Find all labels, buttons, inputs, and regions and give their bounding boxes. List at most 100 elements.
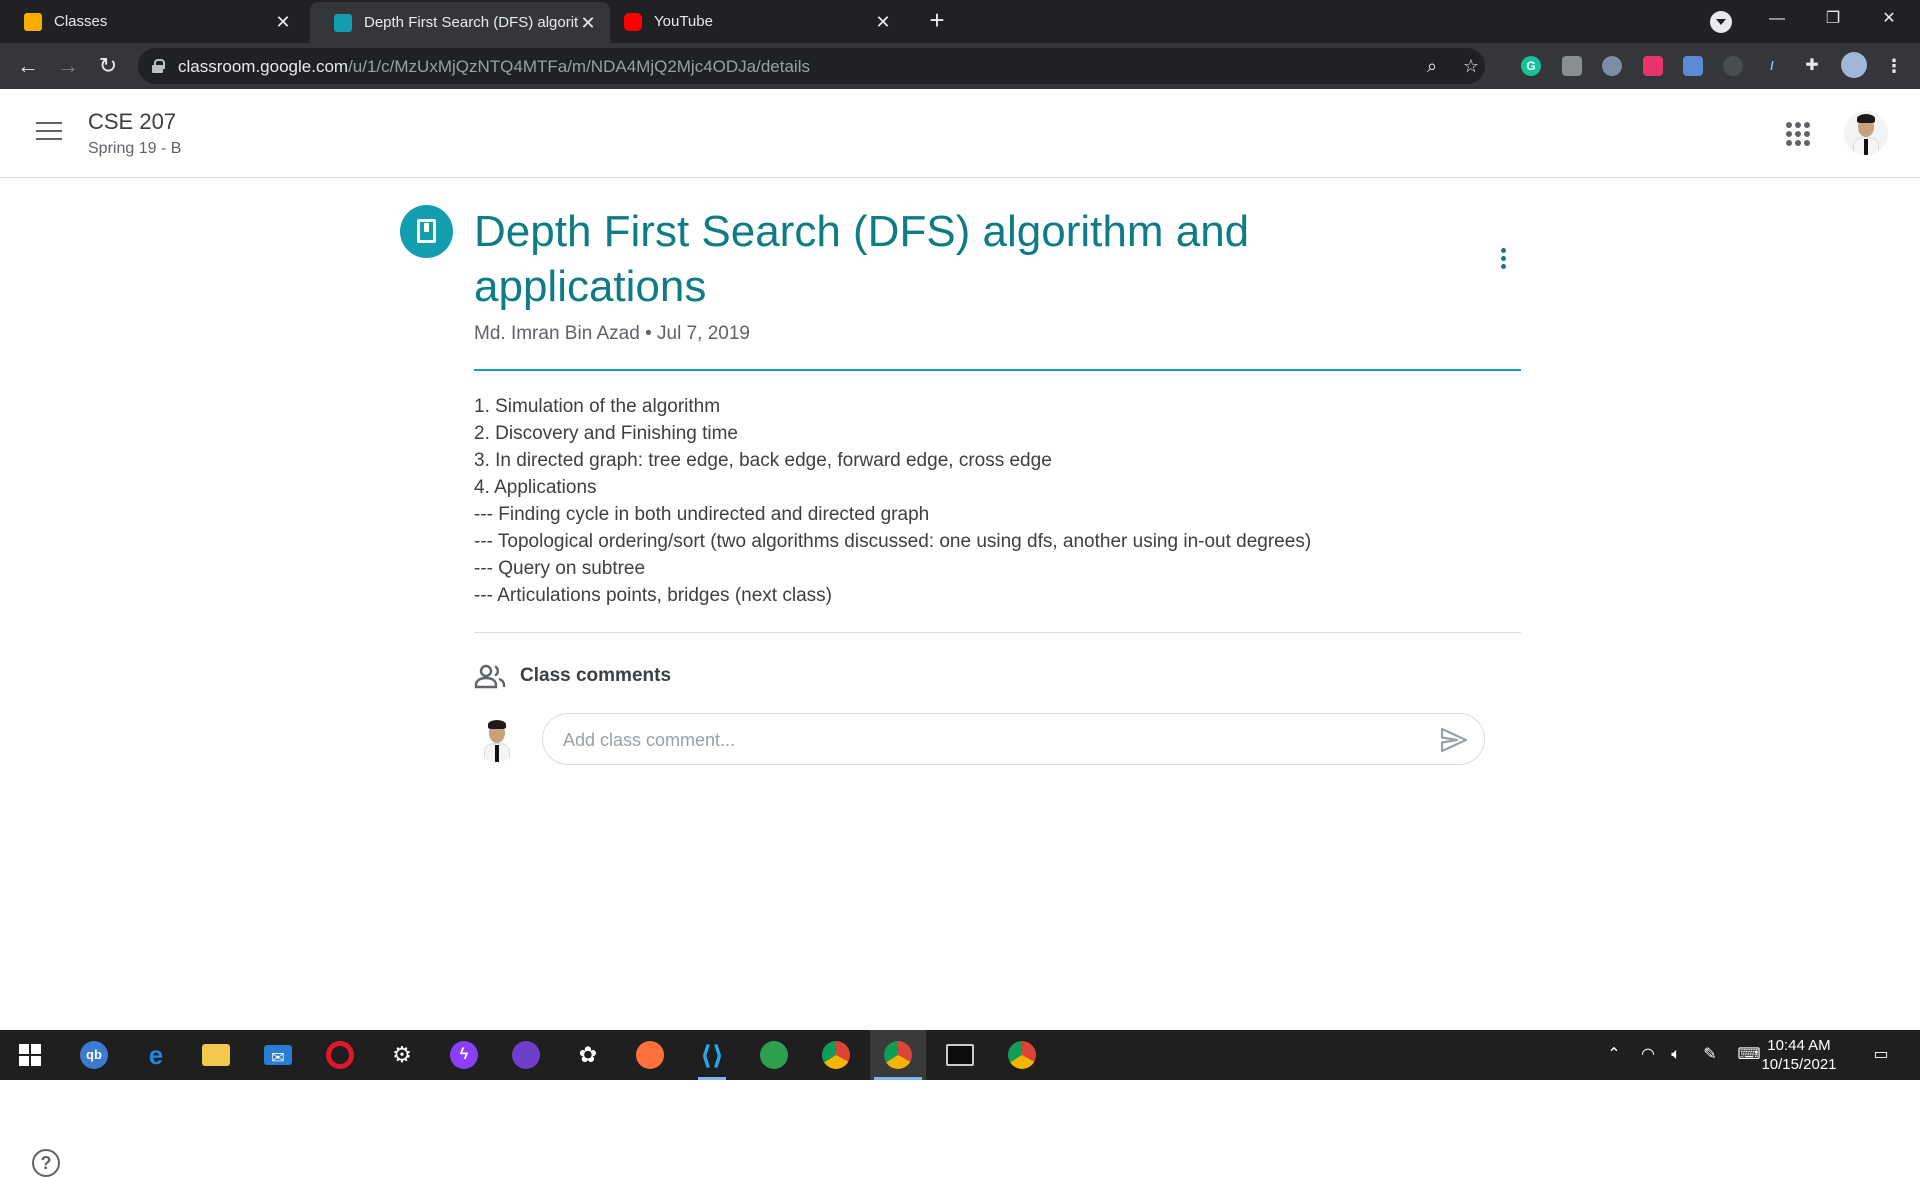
reload-icon[interactable]: ↻: [94, 52, 122, 80]
commenter-avatar: [474, 716, 520, 762]
opera-icon: [326, 1041, 354, 1069]
lock-icon: [152, 59, 165, 73]
satellite-icon: ⚙: [392, 1042, 412, 1067]
taskbar-github[interactable]: [498, 1030, 554, 1080]
grammarly-icon[interactable]: G: [1521, 56, 1541, 76]
bookmark-star-icon[interactable]: ☆: [1460, 55, 1482, 77]
taskbar-vscode[interactable]: ⟨⟩: [684, 1030, 740, 1080]
tab-classes[interactable]: Classes ✕: [0, 0, 305, 43]
account-avatar[interactable]: [1844, 111, 1888, 155]
author-name: Md. Imran Bin Azad: [474, 323, 640, 344]
messenger-icon: ϟ: [450, 1041, 478, 1069]
comment-input[interactable]: [563, 728, 1413, 752]
clock-date: 10/15/2021: [1761, 1056, 1837, 1073]
tab-youtube[interactable]: YouTube ✕: [600, 0, 905, 43]
window-close-icon[interactable]: ✕: [1866, 0, 1912, 40]
notifications-icon[interactable]: ▭: [1866, 1030, 1896, 1080]
windows-taskbar: qb e ✉ ⚙ ϟ ✿ ⟨⟩ ⌃ ◠ 🔈︎ ✎ ⌨ 10:44 AM 10/1…: [0, 1030, 1920, 1080]
taskbar-mail[interactable]: ✉: [250, 1030, 306, 1080]
description-line: --- Finding cycle in both undirected and…: [474, 504, 930, 525]
pen-workspace-icon[interactable]: ✎: [1696, 1030, 1724, 1080]
send-icon[interactable]: [1439, 726, 1469, 754]
url-text: classroom.google.com/u/1/c/MzUxMjQzNTQ4M…: [178, 57, 810, 77]
chrome-icon: [822, 1041, 850, 1069]
back-icon[interactable]: ←: [14, 52, 42, 80]
vpn-extension-icon[interactable]: [1602, 56, 1622, 76]
taskbar-chrome-active[interactable]: [870, 1030, 926, 1080]
url-host: classroom.google.com: [178, 57, 349, 76]
taskbar-terminal[interactable]: [932, 1030, 988, 1080]
start-button[interactable]: [2, 1030, 58, 1080]
close-tab-icon[interactable]: ✕: [873, 12, 893, 32]
tab-title: Classes: [54, 13, 108, 30]
github-icon: [512, 1041, 540, 1069]
material-meta: Md. Imran Bin Azad • Jul 7, 2019: [474, 323, 750, 345]
taskbar-firefox[interactable]: [622, 1030, 678, 1080]
description-line: 1. Simulation of the algorithm: [474, 396, 721, 417]
taskbar-clock[interactable]: 10:44 AM 10/15/2021: [1754, 1036, 1844, 1074]
tab-search-icon[interactable]: [1710, 11, 1732, 33]
url-path: /u/1/c/MzUxMjQzNTQ4MTFa/m/NDA4MjQ2Mjc4OD…: [348, 57, 810, 76]
camera-extension-icon[interactable]: [1562, 56, 1582, 76]
material-description: 1. Simulation of the algorithm 2. Discov…: [474, 393, 1521, 609]
show-hidden-icons[interactable]: ⌃: [1600, 1030, 1628, 1080]
tab-title: Depth First Search (DFS) algorithm and a…: [364, 14, 578, 31]
material-details: Depth First Search (DFS) algorithm and a…: [0, 178, 1920, 1177]
folder-icon: [202, 1044, 230, 1066]
browser-toolbar: ← → ↻ classroom.google.com/u/1/c/MzUxMjQ…: [0, 43, 1920, 89]
taskbar-opera[interactable]: [312, 1030, 368, 1080]
people-icon: [474, 664, 506, 689]
description-line: 3. In directed graph: tree edge, back ed…: [474, 450, 1052, 471]
taskbar-file-explorer[interactable]: [188, 1030, 244, 1080]
more-options-icon[interactable]: [1490, 248, 1516, 278]
play-extension-icon[interactable]: [1643, 56, 1663, 76]
taskbar-messenger[interactable]: ϟ: [436, 1030, 492, 1080]
tab-dfs-material[interactable]: Depth First Search (DFS) algorithm and a…: [310, 2, 610, 43]
chrome-icon: [884, 1041, 912, 1069]
address-bar[interactable]: classroom.google.com/u/1/c/MzUxMjQzNTQ4M…: [138, 48, 1485, 84]
course-title[interactable]: CSE 207: [88, 109, 176, 135]
profile-avatar-icon[interactable]: [1841, 52, 1867, 78]
volume-icon[interactable]: 🔈︎: [1662, 1030, 1690, 1080]
main-menu-icon[interactable]: [36, 122, 62, 142]
taskbar-satellite-app[interactable]: ⚙: [374, 1030, 430, 1080]
class-comments-label: Class comments: [520, 665, 672, 686]
taskbar-chrome-profile-2[interactable]: [994, 1030, 1050, 1080]
meta-separator: •: [645, 323, 652, 344]
help-icon[interactable]: ?: [32, 1149, 60, 1177]
window-extension-icon[interactable]: [1723, 56, 1743, 76]
taskbar-edge[interactable]: e: [128, 1030, 184, 1080]
new-tab-button[interactable]: +: [924, 7, 950, 34]
restore-icon[interactable]: ❐: [1810, 0, 1856, 40]
forward-icon[interactable]: →: [54, 52, 82, 80]
pen-extension-icon[interactable]: /: [1762, 56, 1782, 76]
browser-tab-strip: Classes ✕ Depth First Search (DFS) algor…: [0, 0, 1920, 43]
minimize-icon[interactable]: —: [1754, 0, 1800, 40]
vscode-icon: ⟨⟩: [700, 1040, 724, 1070]
google-apps-icon[interactable]: [1786, 122, 1810, 146]
taskbar-earth-app[interactable]: [746, 1030, 802, 1080]
description-line: 4. Applications: [474, 477, 597, 498]
taskbar-qbittorrent[interactable]: qb: [66, 1030, 122, 1080]
description-line: 2. Discovery and Finishing time: [474, 423, 738, 444]
download-extension-icon[interactable]: [1683, 56, 1703, 76]
class-comment-field[interactable]: [542, 713, 1485, 765]
course-section: Spring 19 - B: [88, 140, 182, 157]
edge-icon: e: [148, 1040, 164, 1070]
material-title: Depth First Search (DFS) algorithm and a…: [474, 207, 1250, 311]
chrome-menu-icon[interactable]: ⋮: [1884, 56, 1904, 76]
qbittorrent-icon: qb: [80, 1041, 108, 1069]
firefox-icon: [636, 1041, 664, 1069]
close-tab-icon[interactable]: ✕: [578, 13, 598, 33]
extensions-puzzle-icon[interactable]: ✚: [1802, 56, 1822, 76]
clock-time: 10:44 AM: [1767, 1037, 1831, 1054]
post-date: Jul 7, 2019: [657, 323, 750, 344]
zoom-icon[interactable]: ⌕: [1421, 55, 1443, 77]
network-icon[interactable]: ◠: [1634, 1030, 1662, 1080]
classroom-header: CSE 207 Spring 19 - B: [0, 89, 1920, 178]
terminal-icon: [946, 1044, 974, 1066]
close-tab-icon[interactable]: ✕: [273, 12, 293, 32]
taskbar-chrome-profile-1[interactable]: [808, 1030, 864, 1080]
tab-title: YouTube: [654, 13, 713, 30]
taskbar-paint-app[interactable]: ✿: [560, 1030, 616, 1080]
